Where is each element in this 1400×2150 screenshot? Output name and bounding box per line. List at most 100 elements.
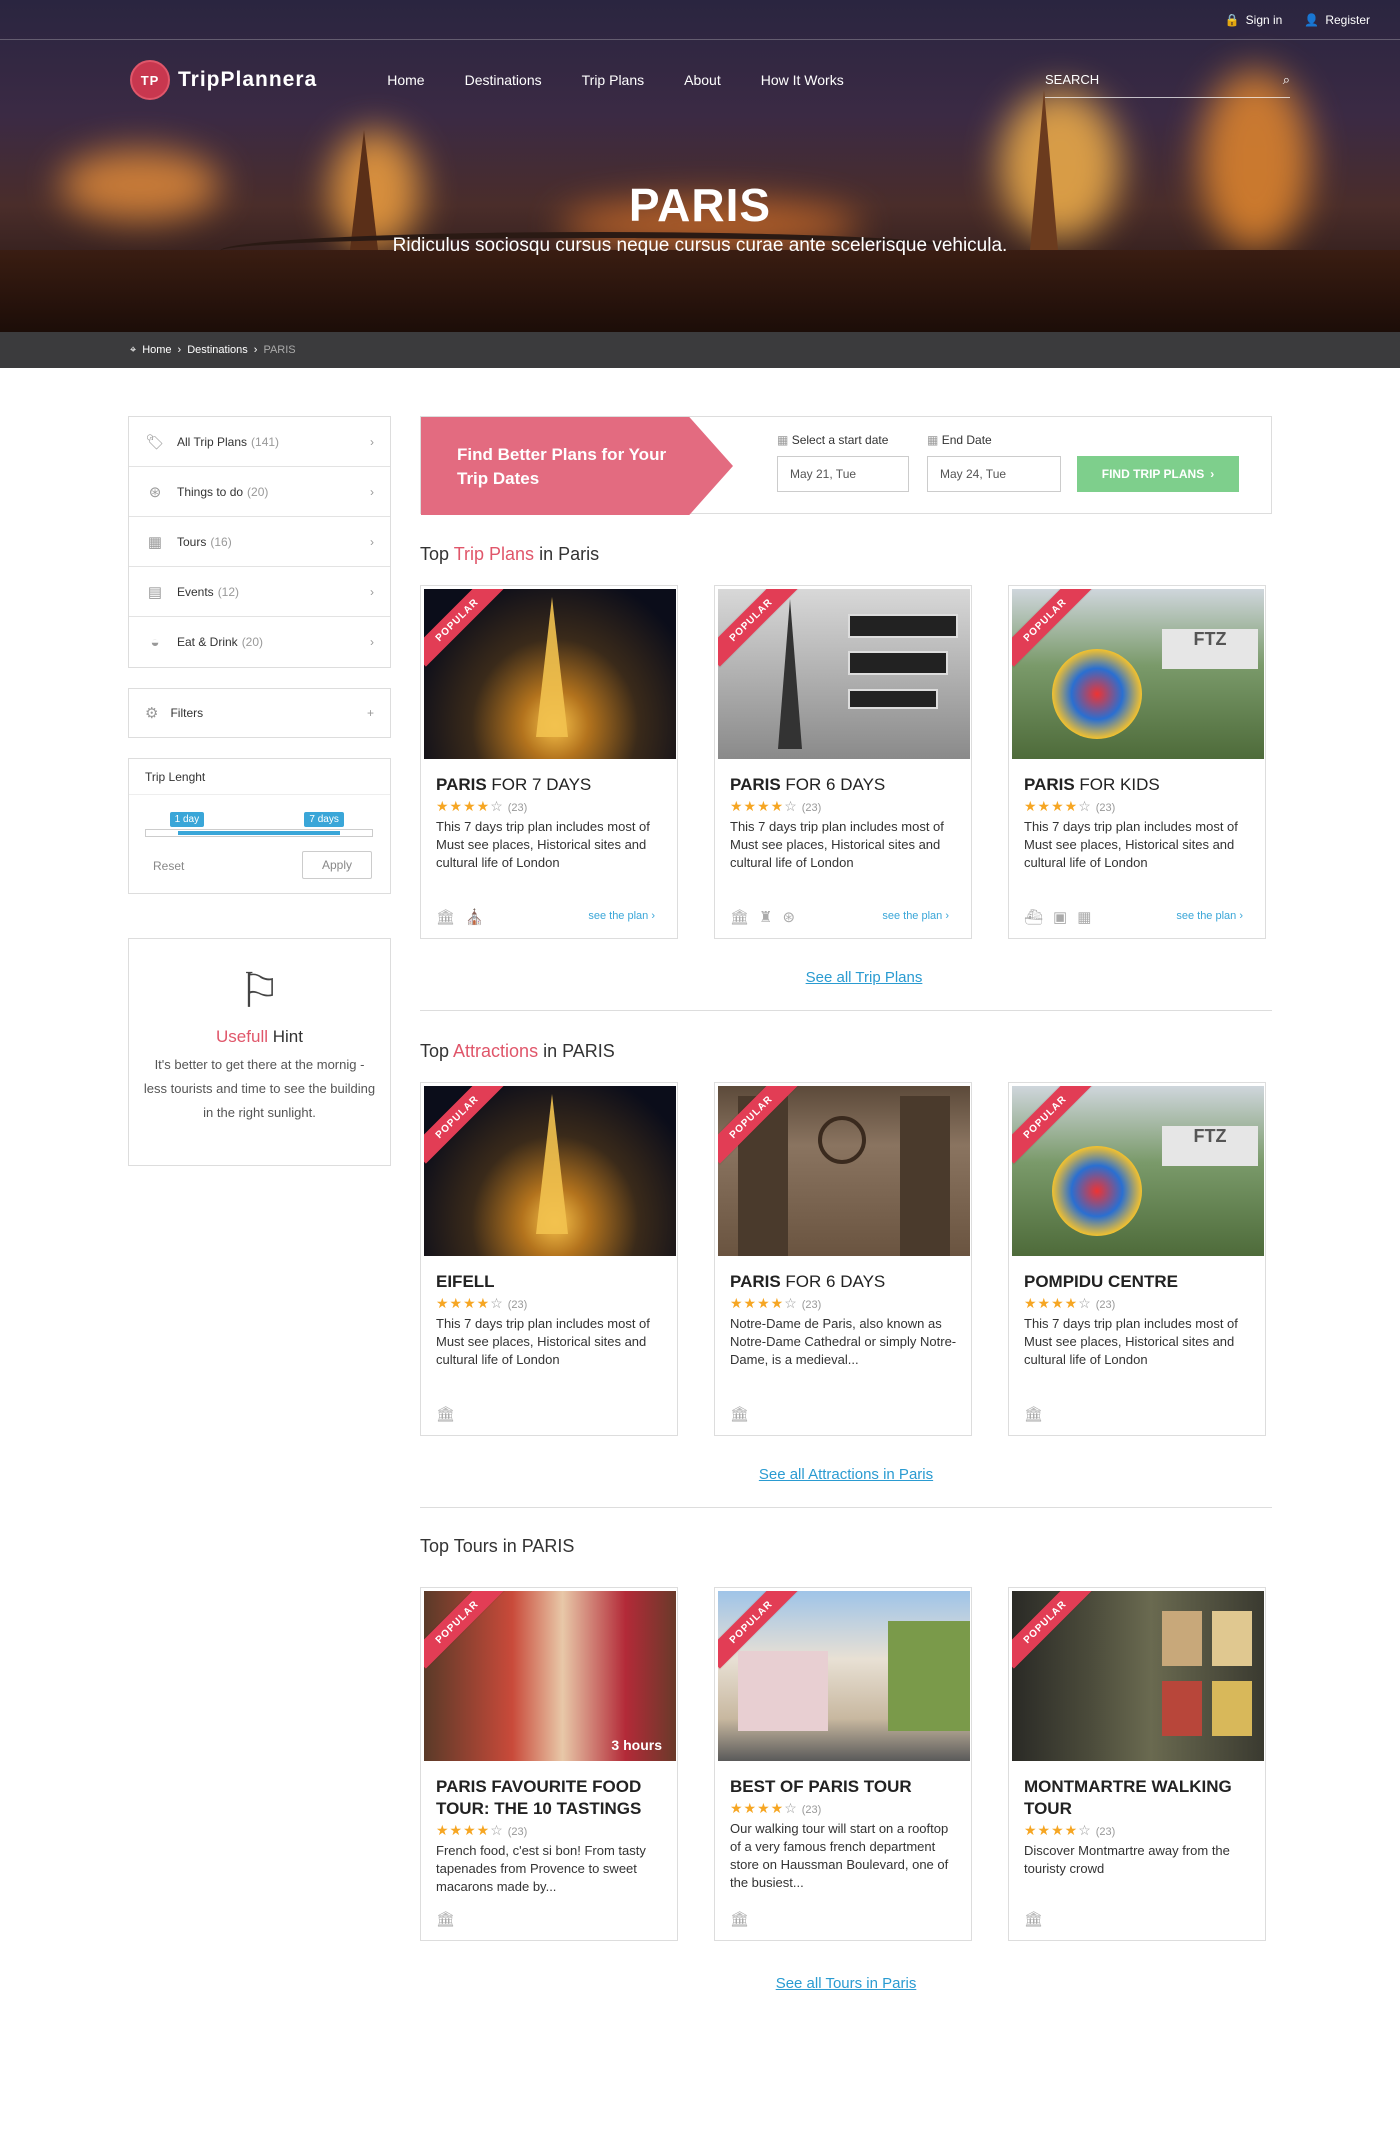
logo[interactable]: TP TripPlannera: [130, 60, 317, 100]
start-date-field[interactable]: May 21, Tue: [777, 456, 909, 492]
popular-badge: POPULAR: [424, 589, 504, 667]
nav-how-it-works[interactable]: How It Works: [761, 72, 844, 88]
tour-card[interactable]: POPULAR 3 hours PARIS FAVOURITE FOOD TOUR…: [420, 1587, 678, 1941]
card-title: PARIS FOR KIDS: [1024, 775, 1160, 794]
trip-plans-cards: POPULAR PARIS FOR 7 DAYS ★★★★☆ (23) This …: [420, 585, 1272, 939]
rating-stars: ★★★★☆ (23): [730, 1295, 822, 1311]
breadcrumb-home[interactable]: Home: [142, 344, 171, 356]
find-trip-plans-button[interactable]: FIND TRIP PLANS ›: [1077, 456, 1239, 492]
museum-icon: 🏛: [1024, 1406, 1044, 1423]
chevron-right-icon: ›: [370, 635, 374, 649]
apply-button[interactable]: Apply: [302, 851, 372, 879]
card-description: Our walking tour will start on a rooftop…: [730, 1821, 949, 1890]
tower-icon: ♜: [759, 909, 773, 926]
attraction-card[interactable]: POPULAR PARIS FOR 6 DAYS ★★★★☆ (23) Notre…: [714, 1082, 972, 1436]
rating-stars: ★★★★☆ (23): [436, 1822, 528, 1838]
filters-toggle[interactable]: ⚙ Filters +: [128, 688, 391, 738]
breadcrumb: ⌖ Home › Destinations › PARIS: [0, 332, 1400, 368]
sidebar-item-things-to-do[interactable]: ⊛ Things to do (20) ›: [129, 467, 390, 517]
attractions-cards: POPULAR EIFELL ★★★★☆ (23) This 7 days tri…: [420, 1082, 1272, 1436]
building-icon: ▦: [147, 533, 163, 551]
card-icons: 🏛 ⛪: [436, 908, 484, 926]
see-all-trip-plans-link[interactable]: See all Trip Plans: [420, 969, 1272, 986]
breadcrumb-destinations[interactable]: Destinations: [187, 344, 248, 356]
sidebar-item-eat-drink[interactable]: ◒ Eat & Drink (20) ›: [129, 617, 390, 667]
signin-link[interactable]: 🔒 Sign in: [1225, 13, 1283, 27]
hero-subtitle: Ridiculus sociosqu cursus neque cursus c…: [392, 235, 1008, 256]
card-title: PARIS FOR 7 DAYS: [436, 775, 592, 794]
street-signs-image: POPULAR: [718, 589, 970, 759]
popular-badge: POPULAR: [424, 1591, 504, 1669]
card-description: This 7 days trip plan includes most of M…: [1024, 819, 1238, 870]
city-icon: ▦: [1077, 909, 1092, 926]
nav-trip-plans[interactable]: Trip Plans: [582, 72, 645, 88]
brand-name: TripPlannera: [178, 68, 318, 91]
eiffel-night-image: POPULAR: [424, 1086, 676, 1256]
nav-home[interactable]: Home: [387, 72, 424, 88]
search-placeholder: SEARCH: [1045, 72, 1100, 87]
trip-plan-card[interactable]: POPULAR PARIS FOR 7 DAYS ★★★★☆ (23) This …: [420, 585, 678, 939]
trip-plan-card[interactable]: FTZ POPULAR PARIS FOR KIDS ★★★★☆ (23) This…: [1008, 585, 1266, 939]
popular-badge: POPULAR: [1012, 1591, 1092, 1669]
card-title: PARIS FOR 6 DAYS: [730, 775, 886, 794]
divider: [420, 1010, 1272, 1011]
trip-length-filter: Trip Lenght 1 day 7 days Reset Apply: [128, 758, 391, 894]
slider-max-label[interactable]: 7 days: [304, 812, 344, 827]
tours-cards: POPULAR 3 hours PARIS FAVOURITE FOOD TOUR…: [420, 1587, 1272, 1941]
tour-card[interactable]: POPULAR BEST OF PARIS TOUR ★★★★☆ (23) Our…: [714, 1587, 972, 1941]
card-description: Notre-Dame de Paris, also known as Notre…: [730, 1316, 957, 1367]
sidebar-item-tours[interactable]: ▦ Tours (16) ›: [129, 517, 390, 567]
slider-range: [177, 831, 341, 835]
museum-icon: 🏛: [730, 1406, 750, 1423]
hero-banner: 🔒 Sign in 👤 Register TP TripPlannera Home …: [0, 0, 1400, 332]
card-description: This 7 days trip plan includes most of M…: [436, 819, 650, 870]
hint-title: Usefull Hint: [216, 1027, 303, 1046]
attraction-card[interactable]: FTZ POPULAR POMPIDU CENTRE ★★★★☆ (23) This…: [1008, 1082, 1266, 1436]
end-date-field[interactable]: May 24, Tue: [927, 456, 1061, 492]
pompidou-sculpture-image: FTZ POPULAR: [1012, 1086, 1264, 1256]
chevron-right-icon: ›: [370, 534, 374, 549]
tour-card[interactable]: POPULAR MONTMARTRE WALKING TOUR ★★★★☆ (23…: [1008, 1587, 1266, 1941]
popular-badge: POPULAR: [424, 1086, 504, 1164]
compass-icon: ⊛: [148, 483, 162, 501]
see-all-tours-link[interactable]: See all Tours in Paris: [420, 1975, 1272, 1992]
search-input[interactable]: SEARCH ⌕: [1045, 62, 1290, 98]
sidebar-item-events[interactable]: ▤ Events (12) ›: [129, 567, 390, 617]
paris-street-image: POPULAR: [718, 1591, 970, 1761]
sidebar-item-all-trip-plans[interactable]: 🏷 All Trip Plans (141) ›: [129, 417, 390, 467]
see-the-plan-link[interactable]: see the plan ›: [1176, 910, 1243, 922]
calendar-icon: ▤: [147, 583, 163, 601]
rating-stars: ★★★★☆ (23): [1024, 798, 1116, 814]
register-link[interactable]: 👤 Register: [1304, 13, 1370, 27]
attraction-card[interactable]: POPULAR EIFELL ★★★★☆ (23) This 7 days tri…: [420, 1082, 678, 1436]
rating-stars: ★★★★☆ (23): [1024, 1295, 1116, 1311]
see-the-plan-link[interactable]: see the plan ›: [882, 910, 949, 922]
plus-icon: +: [366, 706, 374, 720]
attractions-heading: Top Attractions in PARIS: [420, 1041, 615, 1061]
trip-length-slider[interactable]: 1 day 7 days: [145, 812, 373, 837]
card-title: PARIS FAVOURITE FOOD TOUR: THE 10 TASTIN…: [436, 1777, 642, 1818]
see-the-plan-link[interactable]: see the plan ›: [588, 910, 655, 922]
start-date-label: ▦ Select a start date: [777, 433, 889, 447]
rating-stars: ★★★★☆ (23): [436, 798, 528, 814]
nav-destinations[interactable]: Destinations: [465, 72, 542, 88]
card-icons: 🏛: [1024, 1910, 1043, 1928]
ship-icon: ⛴: [1024, 909, 1044, 926]
reset-button[interactable]: Reset: [153, 859, 184, 873]
see-all-attractions-link[interactable]: See all Attractions in Paris: [420, 1466, 1272, 1483]
tours-heading: Top Tours in PARIS: [420, 1536, 575, 1556]
calendar-icon: ▦: [927, 433, 939, 447]
logo-mark: TP: [130, 60, 170, 100]
chevron-right-icon: ›: [370, 484, 374, 499]
slider-min-label[interactable]: 1 day: [169, 812, 205, 827]
top-bar: 🔒 Sign in 👤 Register: [0, 0, 1400, 40]
card-title: MONTMARTRE WALKING TOUR: [1024, 1777, 1232, 1818]
landmark-icon: ⛪: [465, 909, 484, 926]
search-icon[interactable]: ⌕: [1283, 72, 1290, 88]
card-description: French food, c'est si bon! From tasty ta…: [436, 1843, 646, 1894]
chevron-right-icon: ›: [1210, 467, 1215, 481]
montmartre-prints-image: POPULAR: [1012, 1591, 1264, 1761]
card-description: Discover Montmartre away from the touris…: [1024, 1843, 1230, 1876]
nav-about[interactable]: About: [684, 72, 721, 88]
trip-plan-card[interactable]: POPULAR PARIS FOR 6 DAYS ★★★★☆ (23) This …: [714, 585, 972, 939]
